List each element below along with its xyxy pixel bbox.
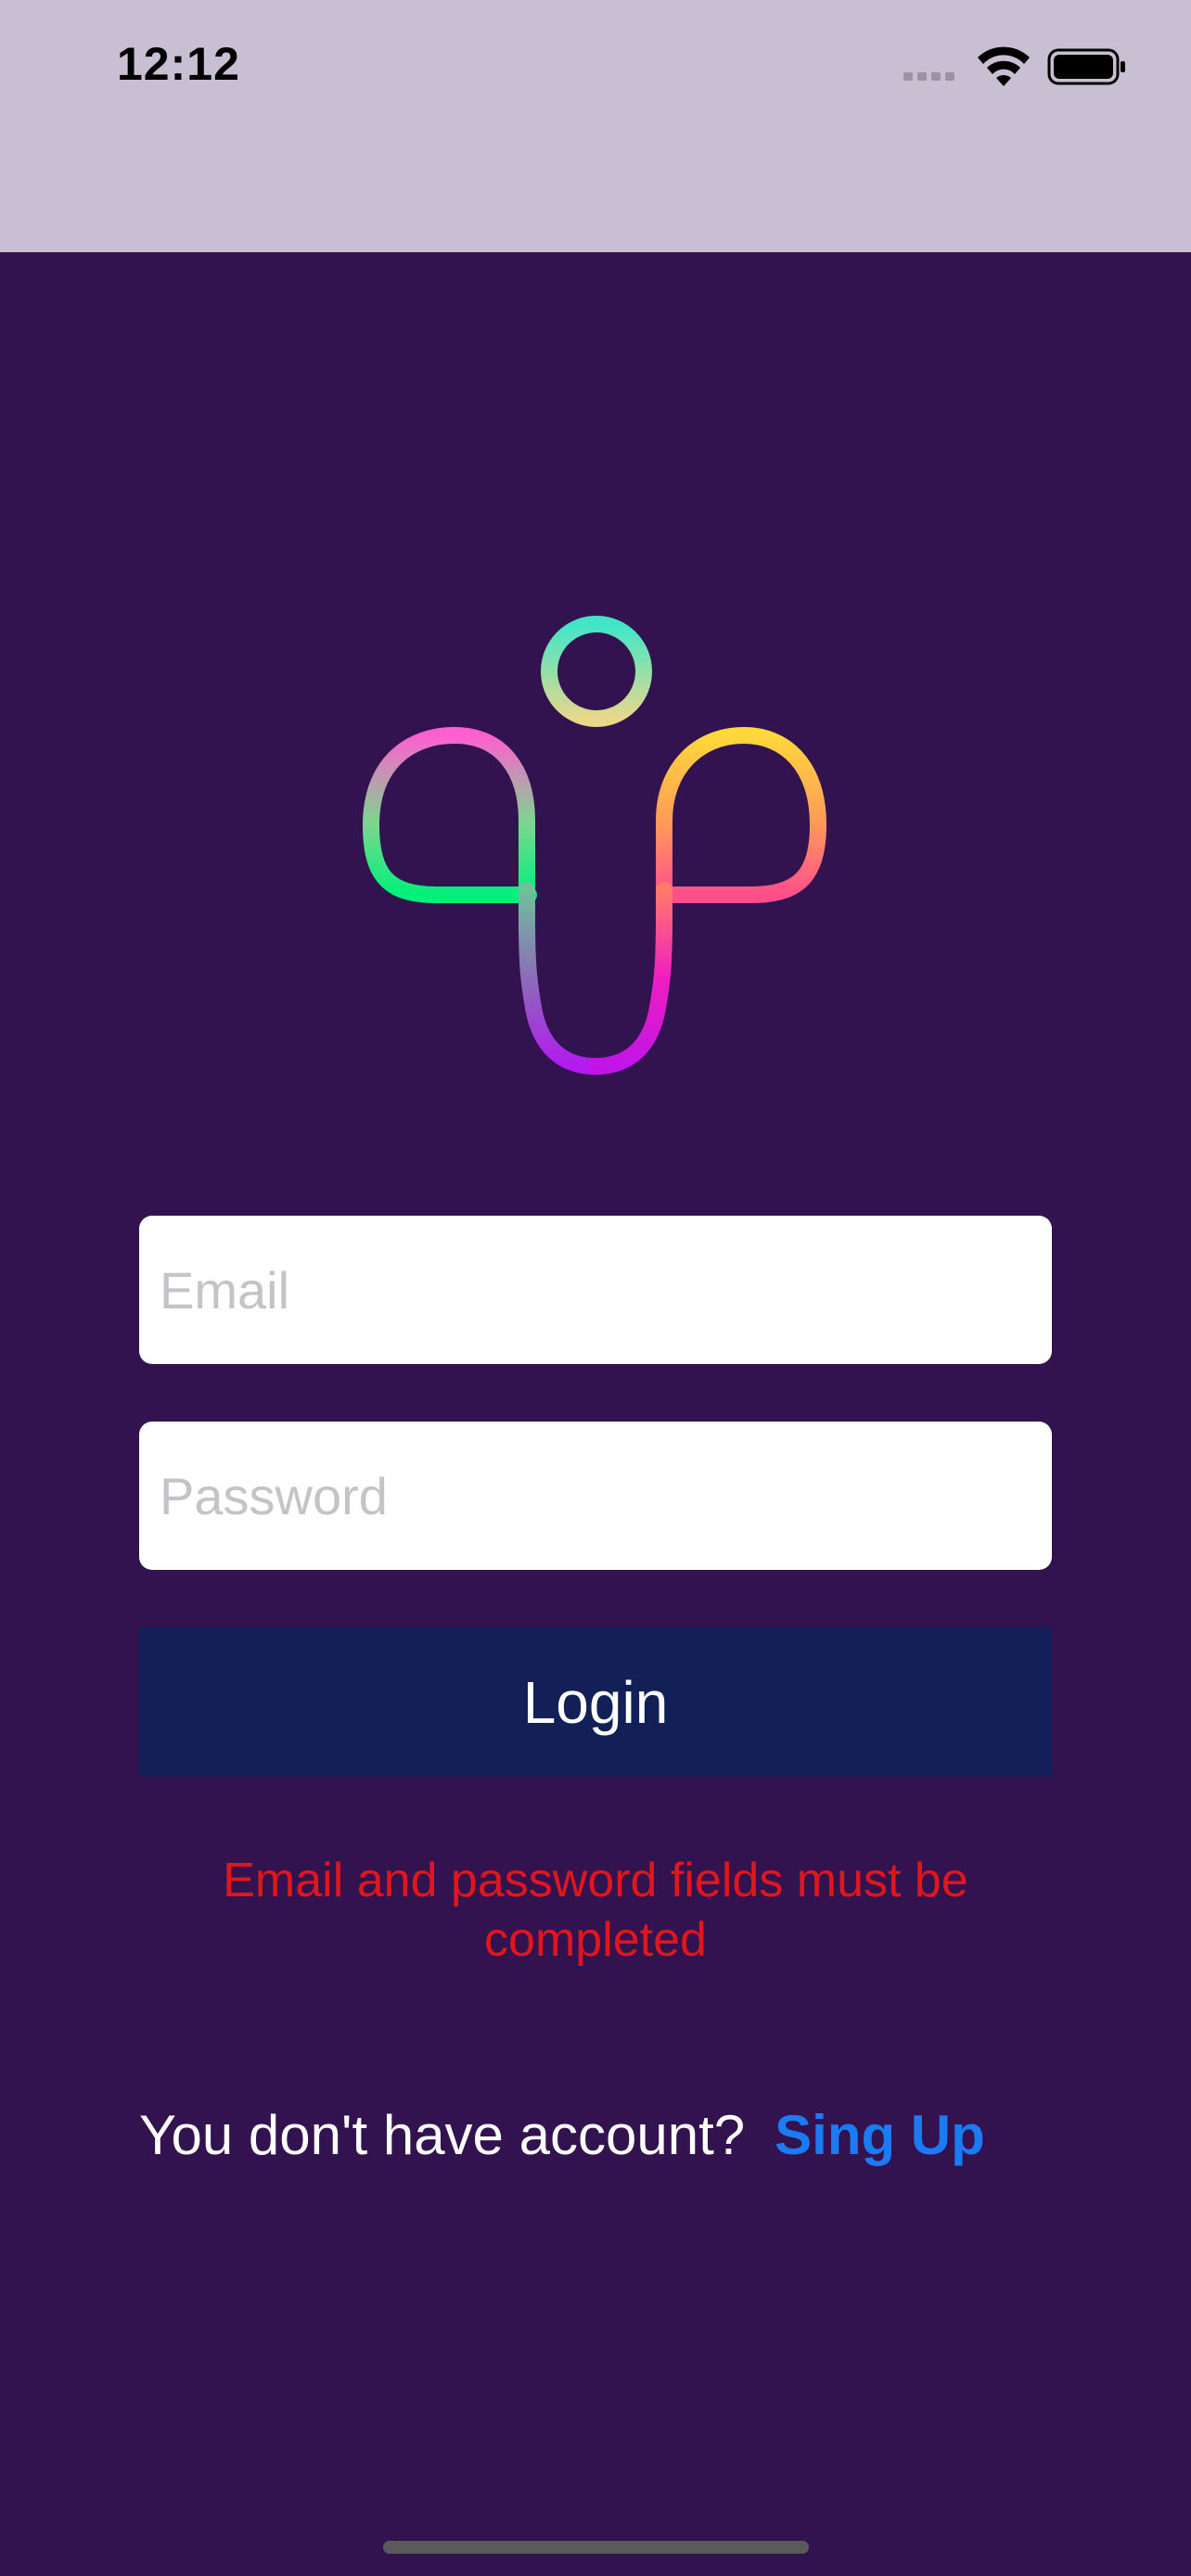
signup-prompt: You don't have account? bbox=[139, 2103, 746, 2166]
signal-dots-icon bbox=[903, 72, 954, 81]
login-button-label: Login bbox=[522, 1668, 669, 1736]
battery-icon bbox=[1047, 48, 1125, 85]
status-time: 12:12 bbox=[117, 38, 240, 90]
email-field[interactable] bbox=[139, 1216, 1052, 1364]
signup-row: You don't have account? Sing Up bbox=[139, 2098, 985, 2172]
signup-link[interactable]: Sing Up bbox=[775, 2103, 985, 2167]
login-screen: 12:12 Email Login Email and password fie… bbox=[0, 0, 1191, 2576]
status-bar: 12:12 bbox=[0, 0, 1191, 252]
login-button[interactable]: Login bbox=[139, 1627, 1052, 1777]
status-icons bbox=[903, 46, 1125, 86]
home-indicator[interactable] bbox=[383, 2541, 809, 2554]
rainbow-person-logo-icon bbox=[362, 616, 827, 1075]
password-field[interactable] bbox=[139, 1422, 1052, 1570]
error-message: Email and password fields must be comple… bbox=[223, 1854, 968, 1967]
wifi-icon bbox=[978, 46, 1030, 86]
